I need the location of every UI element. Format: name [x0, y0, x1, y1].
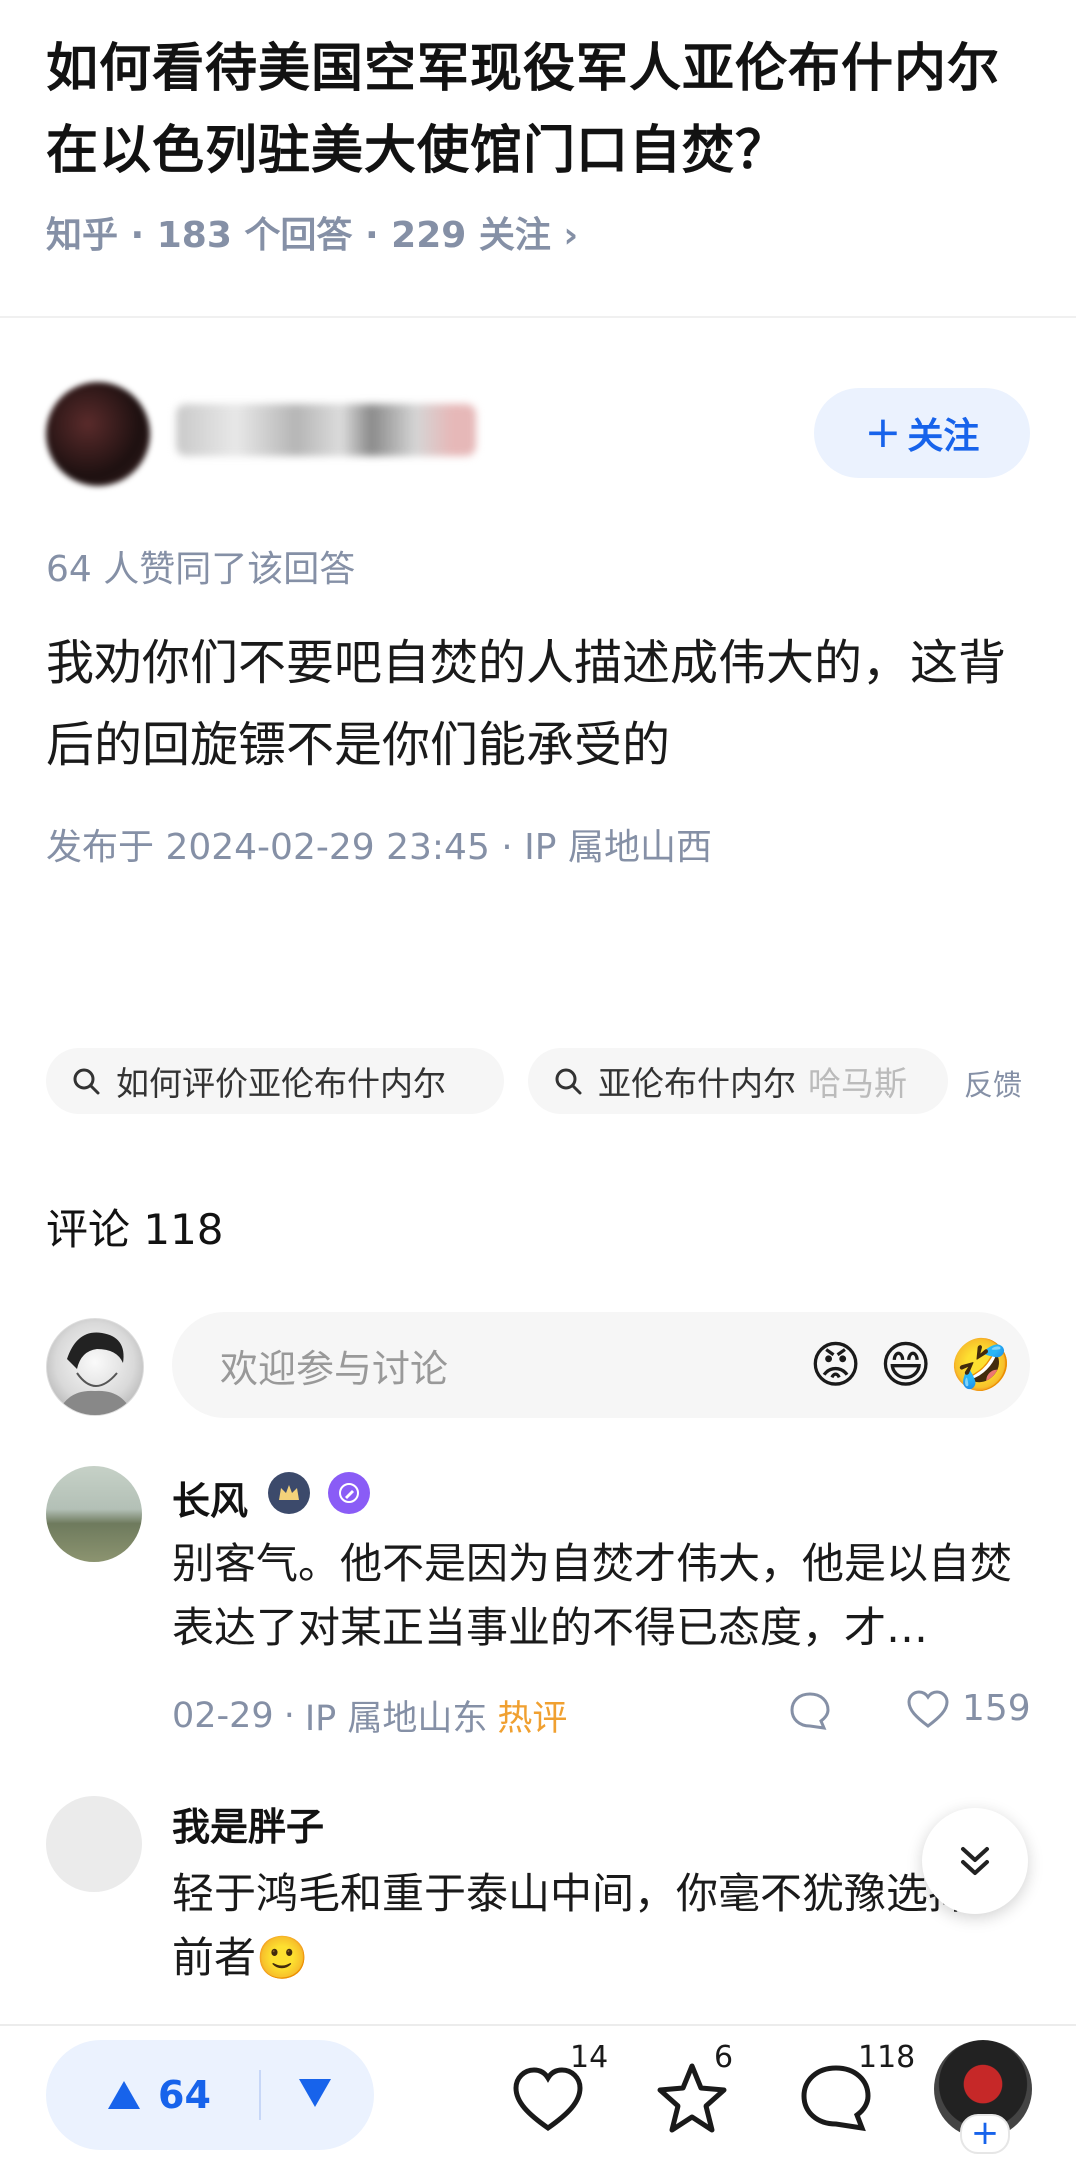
related-search-chip[interactable]: 如何评价亚伦布什内尔 [46, 1048, 504, 1114]
publish-info: 发布于 2024-02-29 23:45 · IP 属地山西 [46, 827, 712, 868]
comments-title: 评论 118 [46, 1205, 224, 1254]
heart-icon [907, 1689, 949, 1728]
hot-comment-tag: 热评 [497, 1699, 568, 1739]
header-divider [0, 316, 1076, 318]
related-search-fade: 哈马斯 [808, 1064, 907, 1103]
comment-input[interactable]: 欢迎参与讨论 😡 😄 🤣 [172, 1312, 1030, 1418]
crown-badge-icon [268, 1472, 310, 1514]
pen-badge-icon [328, 1472, 370, 1514]
feedback-link[interactable]: 反馈 [964, 1062, 1022, 1104]
comment-like-count: 159 [962, 1688, 1031, 1729]
upvote-button[interactable]: 64 [106, 2073, 211, 2117]
scroll-down-button[interactable] [922, 1808, 1028, 1914]
laugh-emoji-icon[interactable]: 🤣 [950, 1336, 1012, 1395]
upvote-count: 64 [158, 2073, 211, 2117]
author-avatar[interactable] [46, 382, 150, 486]
triangle-up-icon [108, 2081, 140, 2109]
author-name-blurred[interactable] [176, 404, 476, 456]
comment-text[interactable]: 轻于鸿毛和重于泰山中间，你毫不犹豫选择了前者🙂 [172, 1862, 1032, 1990]
grin-emoji-icon[interactable]: 😄 [880, 1336, 932, 1394]
follow-button[interactable]: + 关注 [814, 388, 1030, 478]
commenter-avatar[interactable] [46, 1796, 142, 1892]
commenter-name[interactable]: 长风 [172, 1470, 248, 1525]
question-title[interactable]: 如何看待美国空军现役军人亚伦布什内尔在以色列驻美大使馆门口自焚？ [46, 28, 1036, 192]
comment-meta: 02-29 · IP 属地山东 热评 [172, 1690, 567, 1741]
follow-label: 关注 [907, 416, 980, 457]
question-meta[interactable]: 知乎 · 183 个回答 · 229 关注 › [46, 206, 578, 258]
favorite-count: 6 [714, 2040, 734, 2075]
plus-icon: + [864, 407, 902, 458]
related-search-label: 如何评价亚伦布什内尔 [116, 1064, 446, 1103]
double-chevron-down-icon [961, 1847, 989, 1875]
my-avatar [46, 1318, 144, 1416]
commenter-avatar[interactable] [46, 1466, 142, 1562]
downvote-button[interactable] [297, 2077, 333, 2113]
commenter-name[interactable]: 我是胖子 [172, 1796, 324, 1851]
search-icon [73, 1068, 100, 1095]
comment-date: 02-29 [172, 1695, 274, 1736]
comment-input-placeholder: 欢迎参与讨论 [220, 1346, 449, 1391]
reply-icon[interactable] [788, 1690, 832, 1734]
avatar-sketch [57, 1332, 133, 1415]
add-icon[interactable]: + [960, 2114, 1010, 2154]
comment-count: 118 [858, 2040, 916, 2075]
related-search-label: 亚伦布什内尔 [598, 1064, 796, 1103]
answer-content: 我劝你们不要吧自焚的人描述成伟大的，这背后的回旋镖不是你们能承受的 [46, 635, 1007, 773]
comment-location: IP 属地山东 [304, 1699, 488, 1739]
like-count: 14 [570, 2040, 609, 2075]
agree-count: 64 人赞同了该回答 [46, 549, 356, 590]
related-search-chip[interactable]: 亚伦布什内尔 哈马斯 [528, 1048, 948, 1114]
comment-text[interactable]: 别客气。他不是因为自焚才伟大，他是以自焚表达了对某正当事业的不得已态度，才… [172, 1532, 1032, 1660]
comment-like-button[interactable]: 159 [906, 1688, 1031, 1729]
triangle-down-icon [298, 2079, 331, 2107]
vote-control: 64 [46, 2040, 374, 2150]
vote-divider [258, 2070, 261, 2120]
angry-emoji-icon[interactable]: 😡 [809, 1336, 861, 1394]
search-icon [555, 1068, 582, 1095]
meta-dot: · [283, 1695, 295, 1736]
